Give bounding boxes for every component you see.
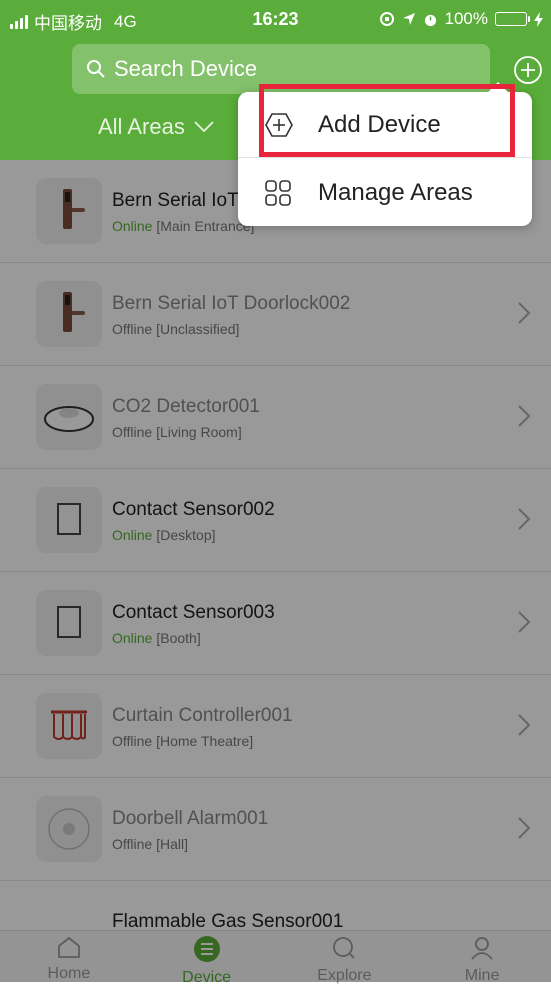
battery-icon [495,12,530,26]
alarm-icon [424,14,436,26]
dim-overlay[interactable] [0,160,551,930]
chevron-down-icon [194,121,214,133]
search-placeholder: Search Device [114,56,258,81]
tab-bar-dim [0,930,551,982]
add-circle-icon[interactable] [513,55,543,85]
highlight-box [259,84,515,157]
status-bar: 中国移动 4G 16:23 100% [0,0,551,40]
area-filter-dropdown[interactable]: All Areas [98,114,215,140]
grid-icon [265,180,291,206]
battery-percent: 100% [444,9,488,28]
charging-icon [534,11,543,27]
area-filter-label: All Areas [98,114,185,139]
menu-item-label: Manage Areas [318,179,473,206]
search-icon [87,60,105,78]
rotation-lock-icon [379,12,394,26]
location-icon [402,13,415,25]
manage-areas-menu-item[interactable]: Manage Areas [238,160,532,226]
